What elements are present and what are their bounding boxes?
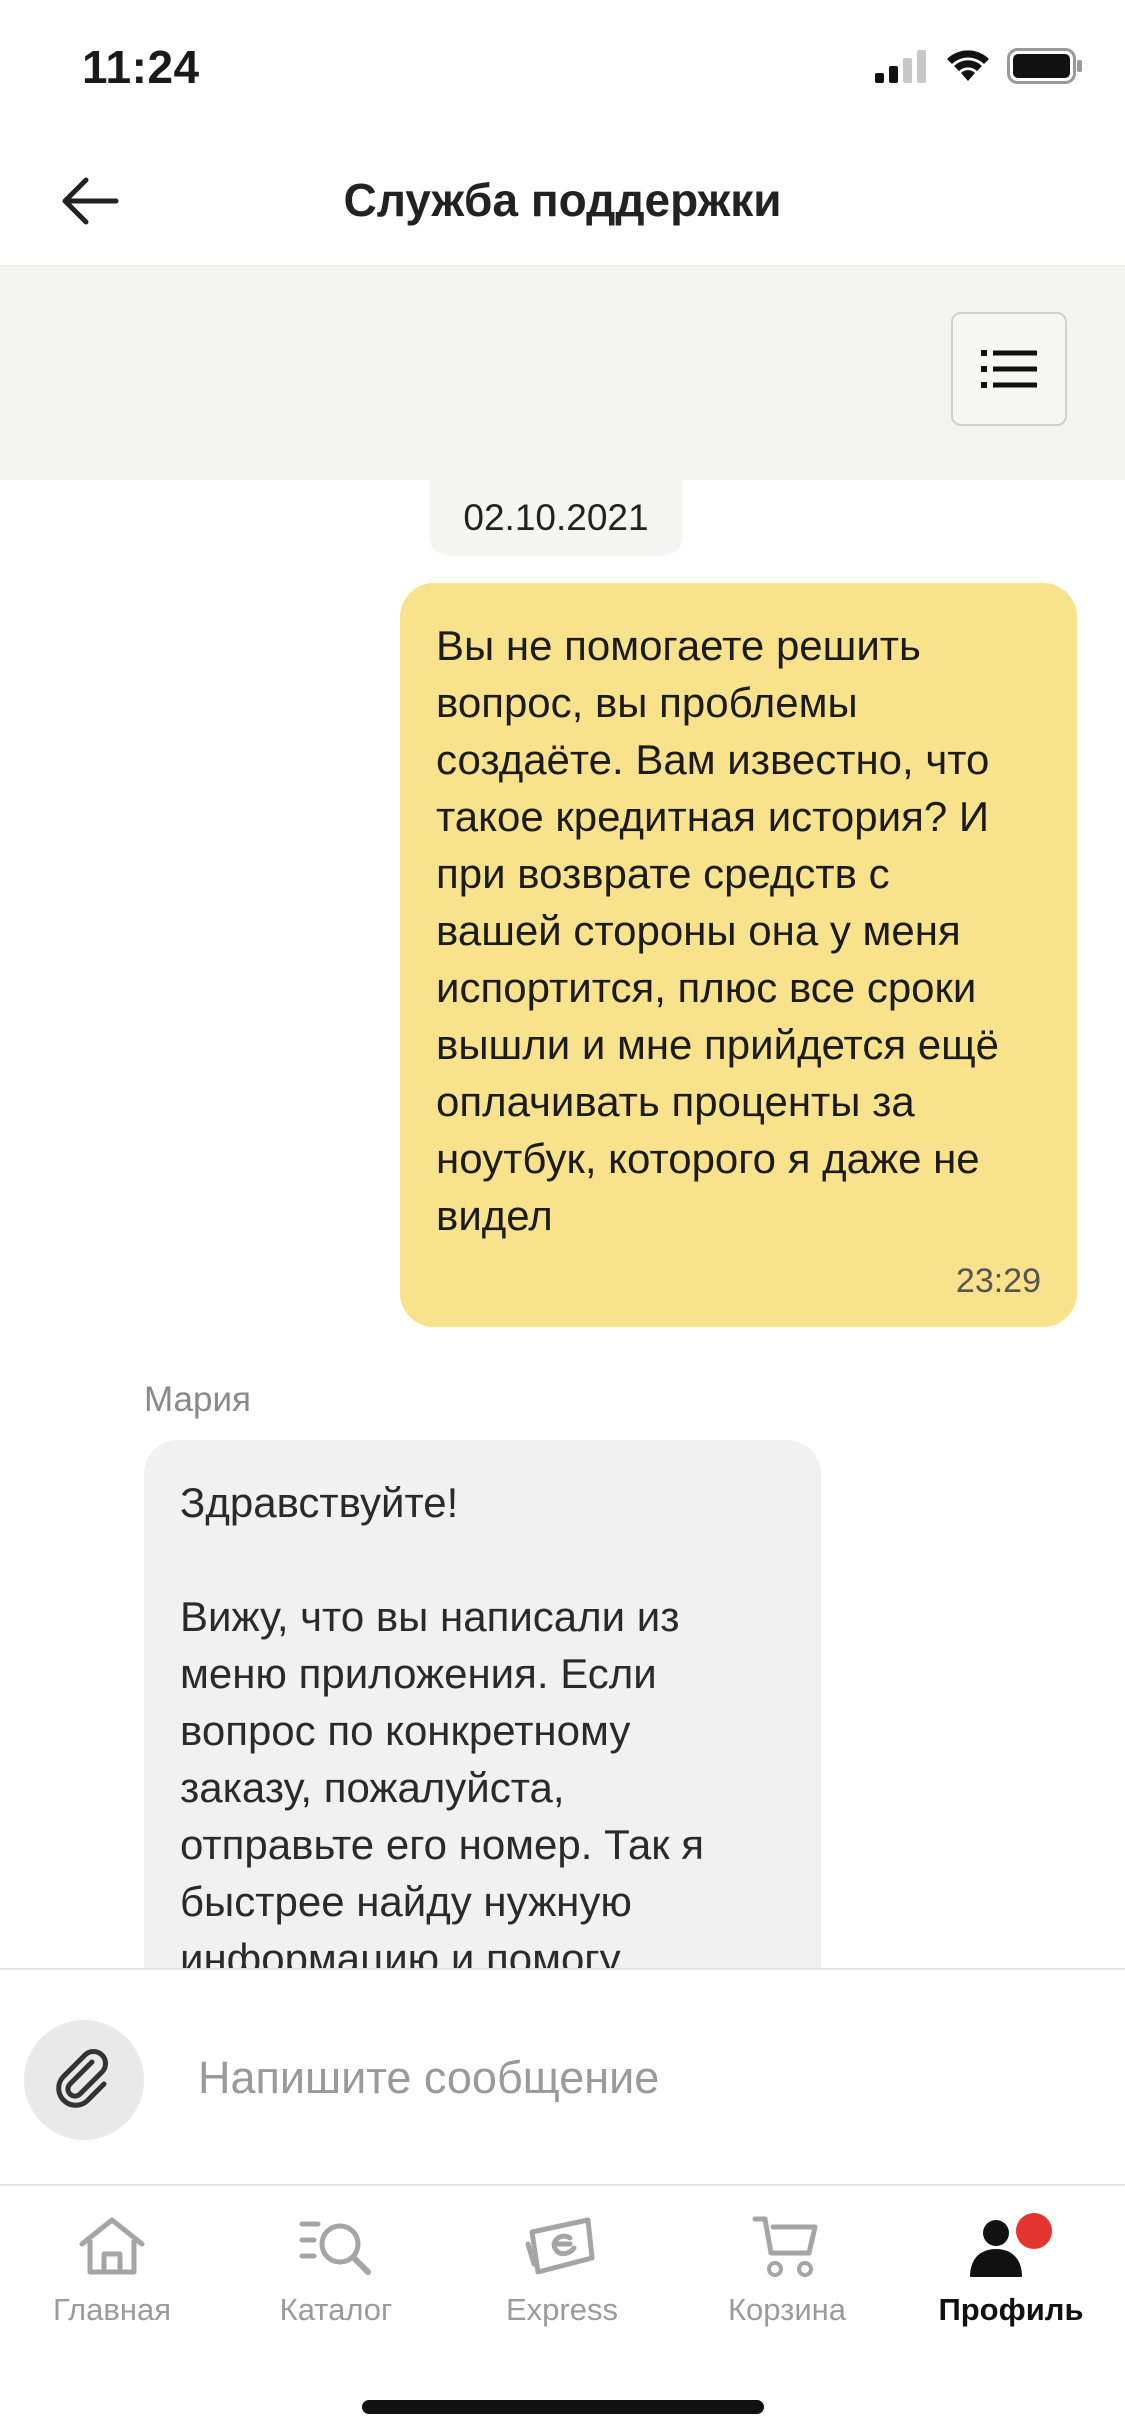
wifi-icon	[947, 50, 989, 81]
tab-label: Каталог	[279, 2292, 393, 2327]
date-separator: 02.10.2021	[429, 480, 683, 556]
sender-name: Мария	[144, 1380, 251, 1419]
home-icon	[79, 2217, 145, 2275]
tab-label: Корзина	[727, 2292, 847, 2327]
chat-messages[interactable]: 02.10.2021 Вы не помогаете решить вопрос…	[0, 480, 1125, 1968]
paperclip-icon	[56, 2049, 108, 2108]
message-time: 23:29	[955, 1262, 1041, 1300]
profile-icon	[970, 2213, 1052, 2277]
tab-label: Профиль	[938, 2292, 1084, 2327]
incoming-message-text: Здравствуйте! Вижу, что вы написали из м…	[180, 1479, 705, 1968]
status-bar: 11:24	[0, 0, 1125, 135]
outgoing-message-text: Вы не помогаете решить вопрос, вы пробле…	[436, 622, 1000, 1239]
support-chat-screen: 11:24 Служба поддержки 02.10.2021 Вы не …	[0, 0, 1125, 2436]
tab-profile[interactable]: Профиль	[911, 2206, 1111, 2328]
tab-label: Главная	[53, 2292, 171, 2327]
home-indicator	[362, 2400, 764, 2414]
header: Служба поддержки	[0, 135, 1125, 266]
tab-express[interactable]: Express	[462, 2206, 662, 2328]
notification-dot	[1016, 2213, 1052, 2249]
cart-icon	[752, 2216, 818, 2277]
outgoing-message: Вы не помогаете решить вопрос, вы пробле…	[400, 583, 1077, 1327]
tab-label: Express	[506, 2292, 618, 2327]
list-menu-icon	[981, 350, 1037, 388]
message-composer	[0, 1968, 1125, 2186]
chat-toolbar-banner	[0, 266, 1125, 480]
tab-catalog[interactable]: Каталог	[236, 2206, 436, 2328]
tab-cart[interactable]: Корзина	[687, 2206, 887, 2328]
incoming-message: Здравствуйте! Вижу, что вы написали из м…	[144, 1440, 821, 1968]
cellular-signal-icon	[875, 50, 926, 83]
status-time: 11:24	[82, 41, 200, 93]
express-icon	[525, 2217, 595, 2275]
menu-button[interactable]	[951, 312, 1067, 426]
message-input[interactable]	[196, 2032, 1080, 2124]
catalog-search-icon	[299, 2221, 371, 2275]
tab-home[interactable]: Главная	[12, 2206, 212, 2328]
status-icons	[875, 48, 1083, 84]
bottom-tab-bar: Главная Каталог Express Корзина Профиль	[0, 2186, 1125, 2436]
attach-button[interactable]	[24, 2020, 144, 2140]
battery-icon	[1007, 48, 1082, 84]
page-title: Служба поддержки	[343, 174, 782, 226]
